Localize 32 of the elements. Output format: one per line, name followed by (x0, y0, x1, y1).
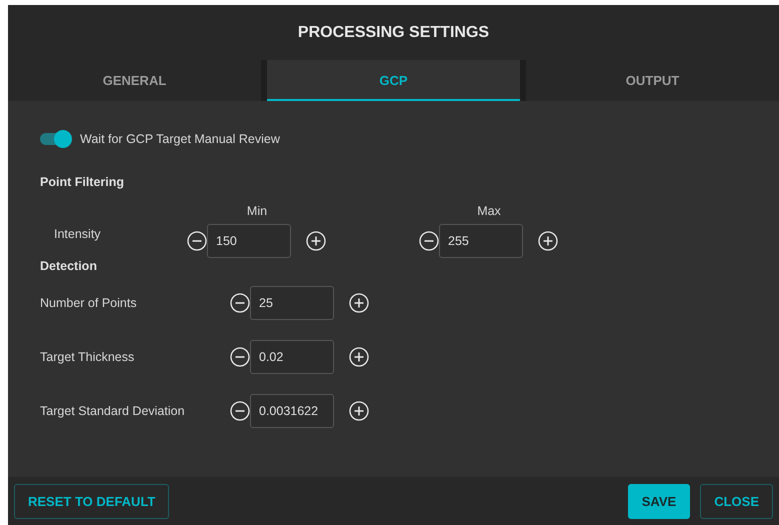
decrement-button[interactable] (230, 347, 250, 367)
increment-button[interactable] (349, 401, 369, 421)
section-heading: Detection (40, 259, 98, 273)
decrement-button[interactable] (187, 231, 207, 251)
number-field[interactable]: 255 (439, 224, 523, 258)
increment-button[interactable] (349, 293, 369, 313)
reset-button[interactable]: RESET TO DEFAULT (14, 484, 170, 518)
increment-button[interactable] (349, 347, 369, 367)
decrement-button[interactable] (230, 293, 250, 313)
tab[interactable]: GCP (261, 60, 526, 101)
section-heading: Point Filtering (40, 175, 126, 189)
column-header: Min (246, 204, 268, 220)
increment-button[interactable] (306, 231, 326, 251)
tab[interactable]: GENERAL (8, 60, 261, 101)
decrement-button[interactable] (419, 231, 439, 251)
toggle-switch[interactable] (40, 130, 72, 148)
toggle-label: Wait for GCP Target Manual Review (80, 132, 280, 146)
close-button[interactable]: CLOSE (700, 484, 773, 518)
decrement-button[interactable] (230, 401, 250, 421)
number-field[interactable]: 150 (207, 224, 291, 258)
row-label: Target Standard Deviation (40, 404, 185, 418)
column-header: Max (476, 204, 502, 220)
number-field[interactable]: 0.0031622 (250, 394, 334, 428)
row-label: Intensity (54, 227, 101, 241)
row-label: Number of Points (40, 296, 137, 310)
tab[interactable]: OUTPUT (526, 60, 779, 101)
row-label: Target Thickness (40, 350, 134, 364)
save-button[interactable]: SAVE (628, 484, 690, 518)
number-field[interactable]: 25 (250, 286, 334, 320)
window-title: PROCESSING SETTINGS (298, 24, 490, 42)
increment-button[interactable] (538, 231, 558, 251)
number-field[interactable]: 0.02 (250, 340, 334, 374)
